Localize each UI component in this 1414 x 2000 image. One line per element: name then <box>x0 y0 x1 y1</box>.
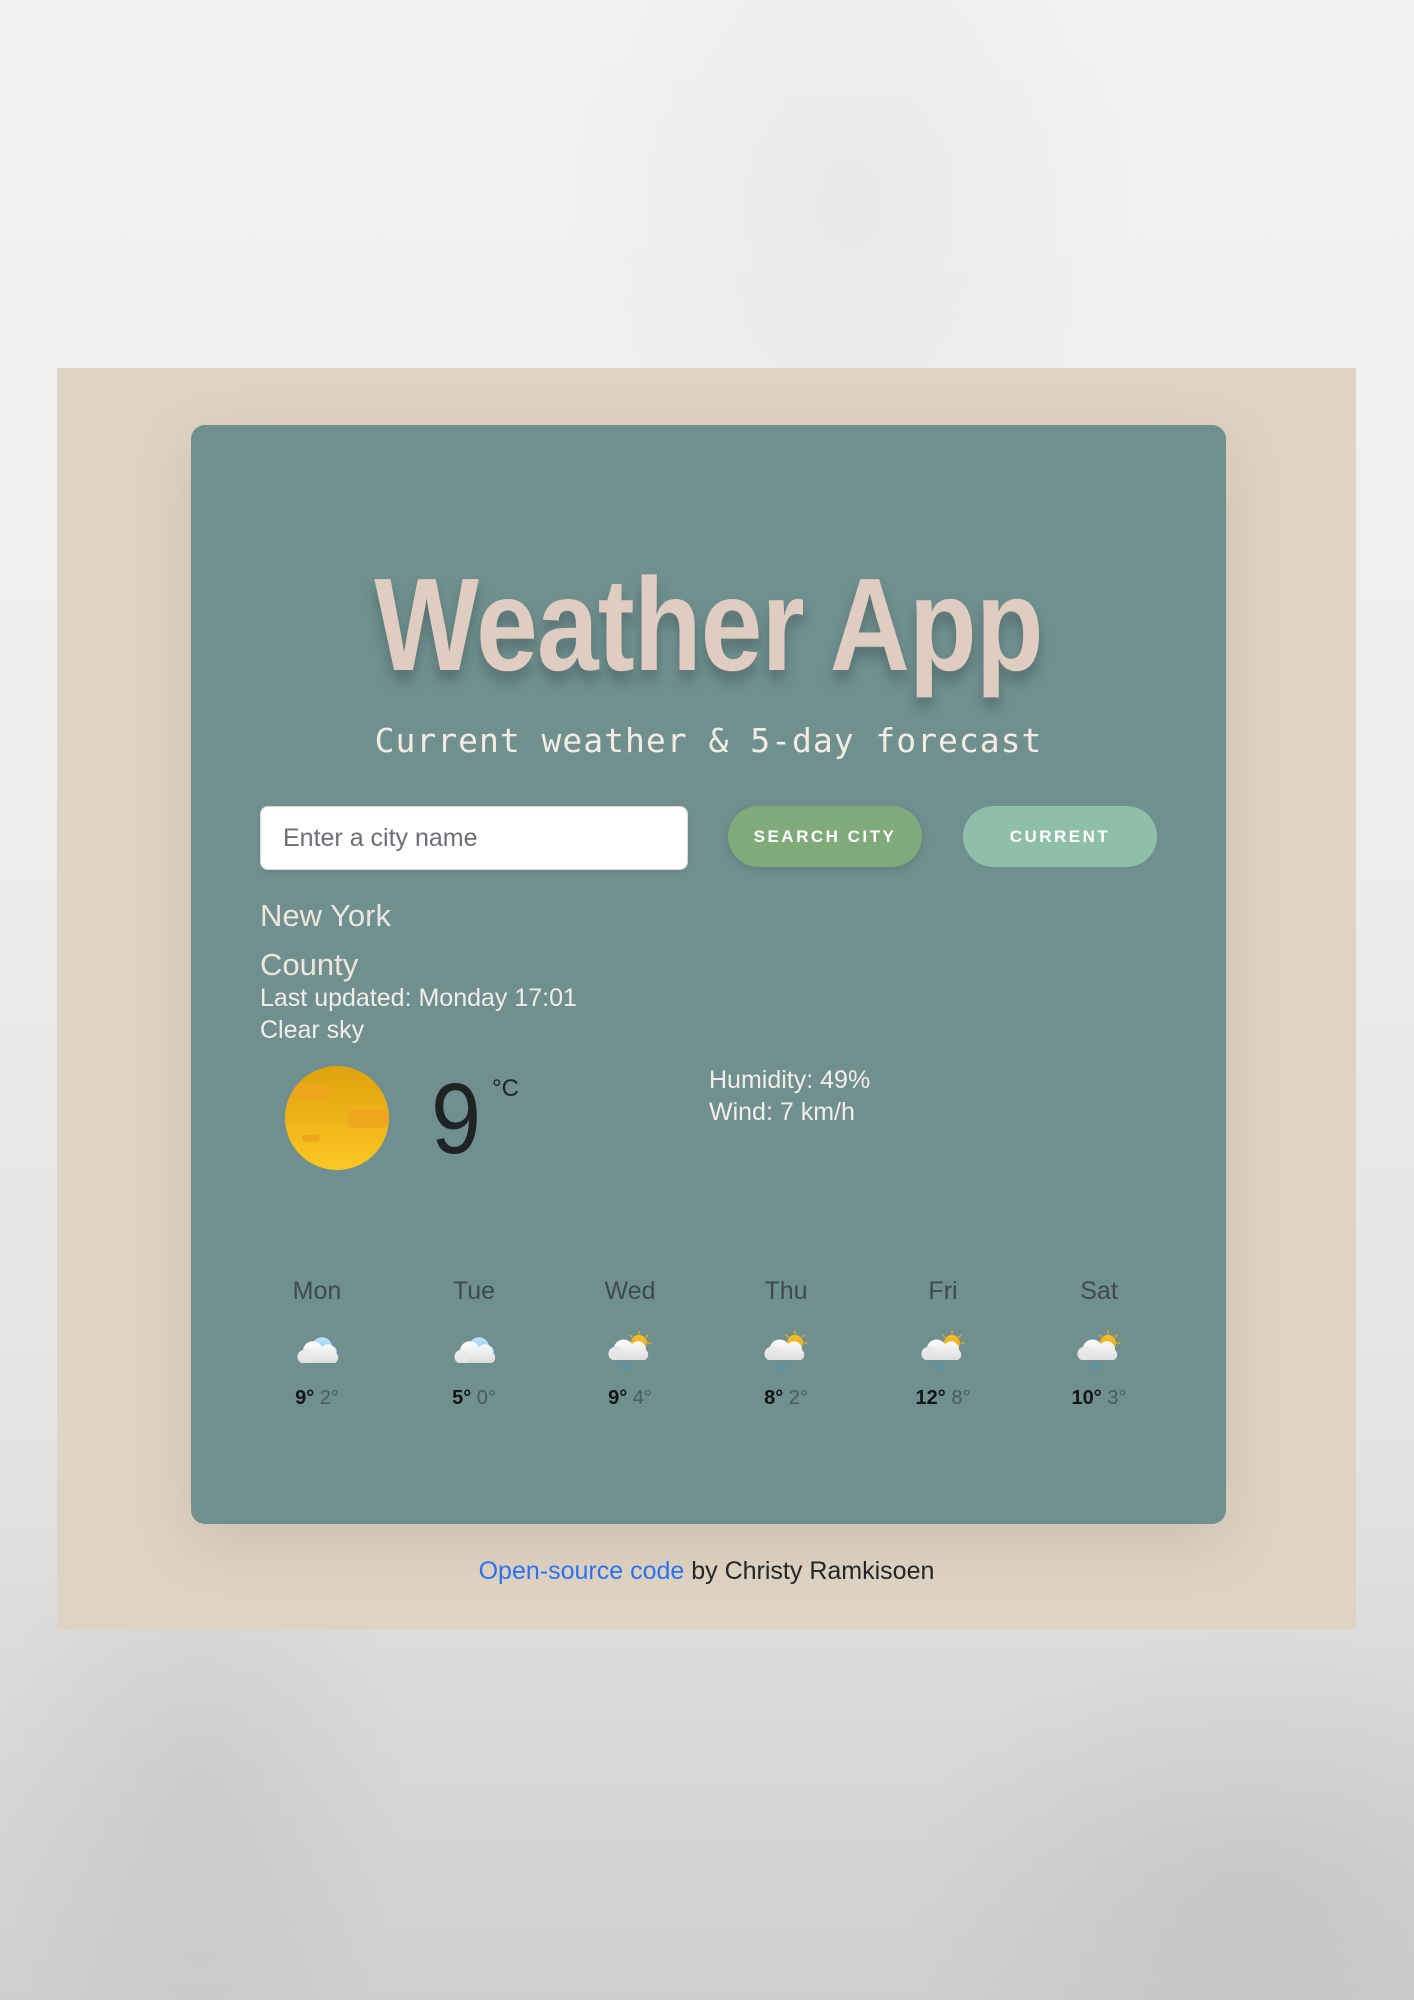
forecast-max-temp: 10° <box>1071 1387 1102 1409</box>
forecast-max-temp: 12° <box>915 1387 946 1409</box>
forecast-day: Thu 8° 2° <box>716 1275 856 1411</box>
forecast-day: Sat 10° 3° <box>1029 1275 1169 1411</box>
forecast-day-name: Tue <box>452 1277 496 1305</box>
forecast-day: Mon 9° 2° <box>247 1275 387 1411</box>
forecast-day-name: Thu <box>764 1277 808 1305</box>
forecast-temps: 9° 2° <box>247 1385 387 1411</box>
app-subtitle: Current weather & 5-day forecast <box>374 721 1043 760</box>
forecast-day-name: Fri <box>928 1277 958 1305</box>
sun-streak <box>347 1110 389 1128</box>
temperature-unit[interactable]: °C <box>492 1075 519 1103</box>
forecast-max-temp: 5° <box>452 1387 472 1409</box>
forecast-day-name: Sat <box>1080 1277 1118 1305</box>
forecast-max-temp: 9° <box>608 1387 628 1409</box>
forecast-temps: 9° 4° <box>560 1385 700 1411</box>
sun-streak <box>302 1135 320 1142</box>
app-container: Weather App Current weather & 5-day fore… <box>57 368 1356 1630</box>
clear-sky-sun-icon <box>285 1066 389 1170</box>
forecast-temps: 5° 0° <box>404 1385 544 1411</box>
open-source-link[interactable]: Open-source code <box>479 1557 685 1585</box>
forecast-min-temp: 3° <box>1107 1387 1127 1409</box>
forecast-min-temp: 2° <box>788 1387 808 1409</box>
weather-description: Clear sky <box>260 1016 365 1044</box>
forecast-min-temp: 4° <box>632 1387 652 1409</box>
forecast-temps: 12° 8° <box>873 1385 1013 1411</box>
forecast-max-temp: 8° <box>764 1387 784 1409</box>
forecast-day-name: Wed <box>604 1277 656 1305</box>
partly-sunny-rain-icon <box>920 1330 965 1369</box>
search-city-button[interactable]: SEARCH CITY <box>728 806 922 867</box>
sun-streak <box>291 1084 331 1100</box>
forecast-temps: 8° 2° <box>716 1385 856 1411</box>
footer: Open-source code by Christy Ramkisoen <box>57 1555 1356 1587</box>
forecast-min-temp: 2° <box>319 1387 339 1409</box>
app-title: Weather App <box>374 551 1043 698</box>
forecast-max-temp: 9° <box>295 1387 315 1409</box>
weather-card: Weather App Current weather & 5-day fore… <box>191 425 1226 1524</box>
forecast-min-temp: 8° <box>951 1387 971 1409</box>
current-temperature: 9 <box>431 1063 482 1175</box>
forecast-day: Tue 5° 0° <box>404 1275 544 1411</box>
forecast-min-temp: 0° <box>476 1387 496 1409</box>
partly-sunny-rain-icon <box>763 1330 808 1369</box>
wind-speed: Wind: 7 km/h <box>709 1098 855 1126</box>
cloudy-icon <box>454 1337 496 1363</box>
city-search-input[interactable] <box>260 806 688 870</box>
forecast-day: Wed 9° 4° <box>560 1275 700 1411</box>
city-name: New York County <box>260 898 391 982</box>
last-updated: Last updated: Monday 17:01 <box>260 984 577 1012</box>
forecast-day-name: Mon <box>292 1277 342 1305</box>
current-location-button[interactable]: CURRENT <box>963 806 1157 867</box>
partly-sunny-rain-icon <box>1076 1330 1121 1369</box>
forecast-temps: 10° 3° <box>1029 1385 1169 1411</box>
humidity: Humidity: 49% <box>709 1066 871 1094</box>
cloudy-icon <box>297 1337 339 1363</box>
forecast-row: Mon 9° 2° Tue 5° 0° Wed 9° 4° Thu 8° 2° … <box>191 1275 1226 1425</box>
partly-sunny-rain-icon <box>607 1330 652 1369</box>
footer-credit: by Christy Ramkisoen <box>684 1557 935 1585</box>
forecast-day: Fri 12° 8° <box>873 1275 1013 1411</box>
